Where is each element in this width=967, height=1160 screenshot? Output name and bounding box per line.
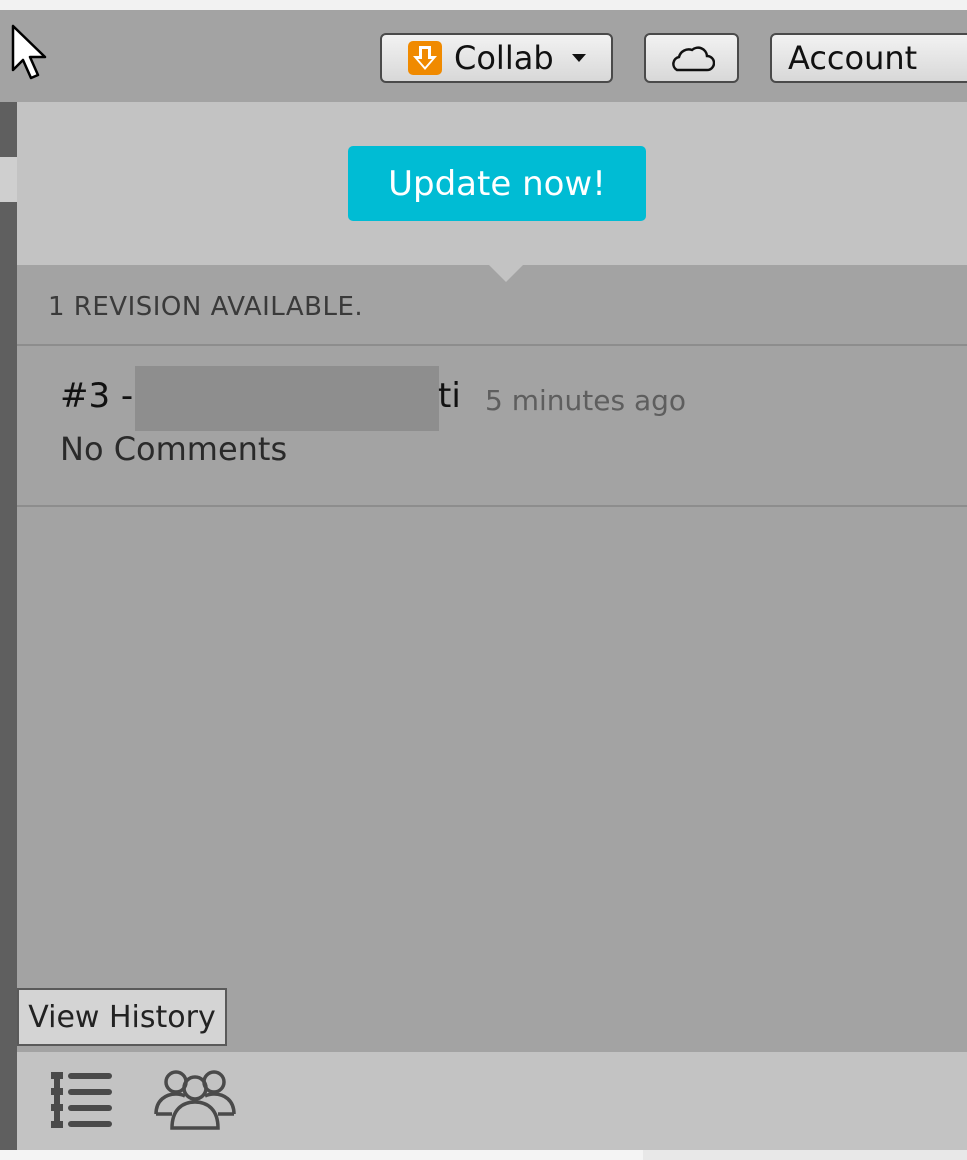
collab-label: Collab: [454, 39, 554, 77]
revision-number: #3 -: [60, 376, 134, 416]
revision-comment: No Comments: [60, 430, 288, 468]
account-label: Account: [788, 39, 918, 77]
top-strip: [0, 0, 967, 10]
list-icon[interactable]: [50, 1070, 114, 1130]
collab-button[interactable]: Collab: [380, 33, 613, 83]
view-history-tooltip: View History: [17, 988, 227, 1046]
divider: [17, 505, 967, 507]
cloud-button[interactable]: [644, 33, 739, 83]
redacted-author: [135, 366, 439, 431]
pointer-arrow: [489, 265, 523, 282]
caret-down-icon: [571, 54, 586, 62]
update-now-button[interactable]: Update now!: [348, 146, 646, 221]
revisions-header: 1 REVISION AVAILABLE.: [48, 292, 364, 322]
cloud-icon: [671, 46, 715, 72]
revision-author-suffix: ti: [438, 376, 461, 416]
update-area: Update now!: [17, 102, 967, 265]
background-strip: [0, 1150, 643, 1160]
revision-time: 5 minutes ago: [485, 384, 687, 417]
collab-download-icon: [408, 41, 442, 75]
account-button[interactable]: Account: [770, 33, 967, 83]
group-icon[interactable]: [152, 1068, 238, 1132]
background-strip: [643, 1150, 967, 1160]
cursor-icon: [11, 24, 47, 80]
background-window-edge: [0, 102, 17, 1160]
revision-item[interactable]: #3 - ti 5 minutes ago No Comments: [17, 346, 967, 508]
toolbar: Collab Account: [0, 10, 967, 102]
bottom-bar: [17, 1052, 967, 1150]
